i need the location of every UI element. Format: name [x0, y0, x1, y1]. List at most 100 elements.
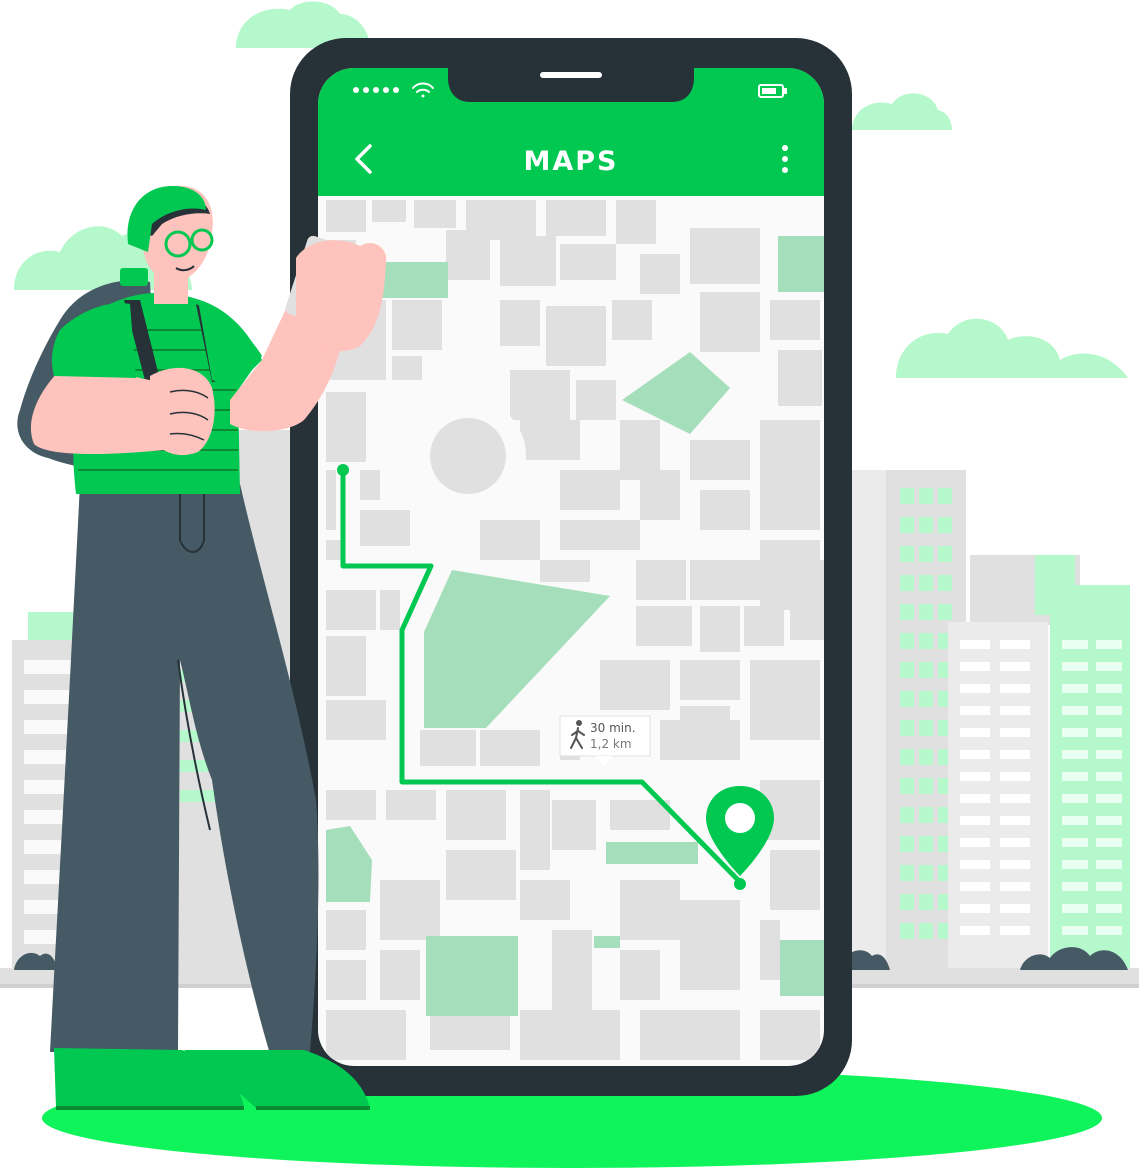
map-block: [326, 540, 342, 560]
map-block: [326, 590, 376, 630]
building-window: [960, 882, 990, 891]
map-block: [414, 200, 456, 228]
map-block: [600, 660, 670, 710]
map-block: [640, 1010, 740, 1060]
building-window: [1000, 706, 1030, 715]
building-window: [900, 604, 914, 620]
building-window: [1062, 772, 1088, 781]
building-window: [1096, 882, 1122, 891]
map-block: [700, 490, 750, 530]
phone: 30 min. 1,2 km MAPS: [290, 38, 852, 1096]
building-window: [938, 517, 952, 533]
map-block: [750, 660, 820, 740]
building-window: [1000, 838, 1030, 847]
building-window: [919, 865, 933, 881]
phone-screen: 30 min. 1,2 km: [318, 68, 824, 1066]
map-block: [560, 520, 640, 550]
map-block: [680, 660, 740, 700]
cloud-right-top: [852, 93, 952, 130]
map-block: [326, 790, 376, 820]
building-window: [1096, 772, 1122, 781]
map-block: [690, 228, 760, 284]
building-window: [919, 546, 933, 562]
map-block: [420, 730, 476, 766]
building-window: [960, 706, 990, 715]
building-window: [900, 836, 914, 852]
building-window: [1000, 794, 1030, 803]
building-window: [960, 662, 990, 671]
menu-button[interactable]: [768, 138, 802, 182]
building-window: [919, 923, 933, 939]
map-block: [520, 880, 570, 920]
phone-notch: [448, 62, 694, 102]
building-window: [900, 691, 914, 707]
building-window: [1096, 684, 1122, 693]
map-block: [360, 470, 380, 500]
building-window: [1000, 926, 1030, 935]
map-block: [510, 370, 570, 420]
building-window: [900, 923, 914, 939]
building-window: [900, 778, 914, 794]
building-window: [1000, 860, 1030, 869]
building-window: [960, 794, 990, 803]
building-window: [1096, 838, 1122, 847]
map-block: [392, 356, 422, 380]
back-button[interactable]: [340, 138, 384, 182]
building-window: [1062, 882, 1088, 891]
map-block: [546, 200, 606, 236]
map-block: [552, 930, 592, 1010]
building-window: [900, 894, 914, 910]
building-window: [960, 772, 990, 781]
map-block: [690, 440, 750, 480]
building-window: [1096, 860, 1122, 869]
map-block: [392, 300, 442, 350]
building-window: [960, 904, 990, 913]
building-window: [900, 865, 914, 881]
building-window: [960, 750, 990, 759]
building-window: [919, 488, 933, 504]
building-window: [919, 691, 933, 707]
building-window: [1000, 882, 1030, 891]
building-window: [1000, 684, 1030, 693]
fist: [150, 367, 215, 456]
building-window: [1062, 706, 1088, 715]
map-block: [480, 730, 540, 766]
map-block: [560, 244, 616, 280]
building-window: [1000, 728, 1030, 737]
building-window: [1000, 772, 1030, 781]
building-window: [919, 575, 933, 591]
map-block: [760, 420, 820, 530]
building-window: [919, 633, 933, 649]
map-block: [386, 790, 436, 820]
route-duration: 30 min.: [590, 721, 636, 735]
building-window: [919, 604, 933, 620]
map-block: [500, 300, 540, 346]
building-window: [960, 816, 990, 825]
building-window: [1062, 838, 1088, 847]
map-block: [660, 720, 740, 760]
map-block: [700, 292, 760, 352]
building-window: [1000, 904, 1030, 913]
building-window: [919, 807, 933, 823]
building-window: [1096, 706, 1122, 715]
map-block: [690, 560, 760, 600]
map-block: [446, 850, 516, 900]
roundabout: [410, 398, 526, 514]
building-window: [960, 838, 990, 847]
map-block: [680, 900, 740, 990]
map-block: [576, 380, 616, 420]
building-window: [938, 604, 952, 620]
building-window: [1096, 640, 1122, 649]
building-window: [919, 749, 933, 765]
map-block: [790, 560, 824, 640]
map-block: [620, 420, 660, 480]
building-window: [900, 633, 914, 649]
building-window: [1062, 684, 1088, 693]
building-window: [919, 662, 933, 678]
map-block: [360, 510, 410, 546]
map-block: [326, 910, 366, 950]
map-block: [546, 306, 606, 366]
building-window: [900, 807, 914, 823]
building-window: [1062, 794, 1088, 803]
map-block: [778, 350, 822, 406]
